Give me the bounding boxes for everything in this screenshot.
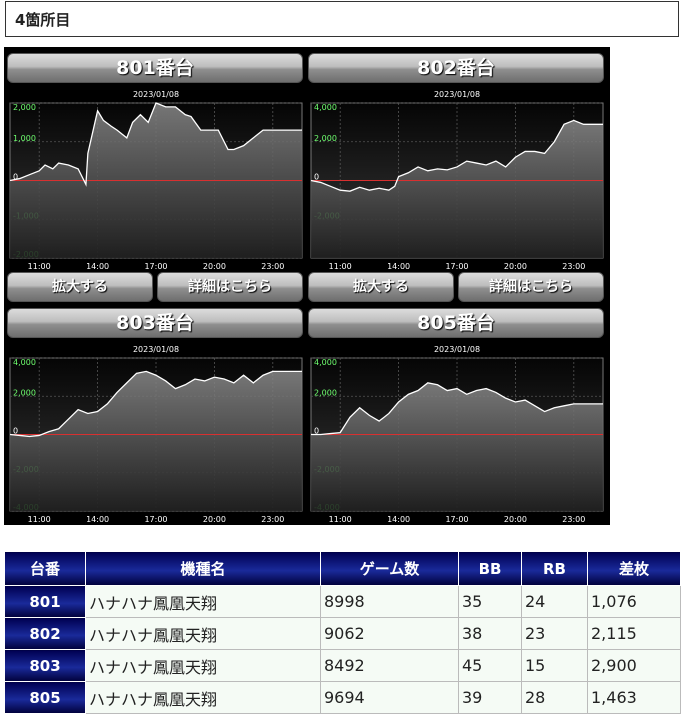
chart-date-label: 2023/01/08 xyxy=(133,90,179,99)
graph-board: 801番台 2023/01/082,0001,0000-1,000-2,0001… xyxy=(4,47,610,525)
difference-cell: 1,463 xyxy=(587,681,681,714)
machine-summary-table: 台番 機種名 ゲーム数 BB RB 差枚 801 ハナハナ鳳凰天翔 8998 3… xyxy=(4,551,681,714)
table-row: 805 ハナハナ鳳凰天翔 9694 39 28 1,463 xyxy=(4,681,681,714)
model-name-cell: ハナハナ鳳凰天翔 xyxy=(85,681,321,714)
x-tick-label: 17:00 xyxy=(445,515,468,524)
x-tick-label: 23:00 xyxy=(562,262,585,271)
game-count-cell: 8492 xyxy=(320,649,459,682)
machine-802-chart: 2023/01/084,0002,0000-2,00011:0014:0017:… xyxy=(310,90,604,271)
y-tick-label: 1,000 xyxy=(13,134,36,143)
game-count-cell: 9062 xyxy=(320,617,459,650)
x-tick-label: 20:00 xyxy=(504,515,527,524)
chart-date-label: 2023/01/08 xyxy=(434,345,480,354)
x-tick-label: 14:00 xyxy=(387,262,410,271)
x-tick-label: 17:00 xyxy=(144,515,167,524)
machine-number-cell[interactable]: 803 xyxy=(4,649,86,682)
bb-cell: 39 xyxy=(458,681,522,714)
y-tick-label: 4,000 xyxy=(13,358,36,367)
x-tick-label: 17:00 xyxy=(144,262,167,271)
header-machine-number: 台番 xyxy=(4,551,86,586)
section-heading: 4箇所目 xyxy=(5,1,679,37)
game-count-cell: 9694 xyxy=(320,681,459,714)
machine-805-title-button[interactable]: 805番台 xyxy=(308,308,604,338)
model-name-cell: ハナハナ鳳凰天翔 xyxy=(85,585,321,618)
header-rb: RB xyxy=(521,551,588,586)
machine-802-title-button[interactable]: 802番台 xyxy=(308,53,604,83)
chart-date-label: 2023/01/08 xyxy=(434,90,480,99)
header-difference: 差枚 xyxy=(587,551,681,586)
table-row: 802 ハナハナ鳳凰天翔 9062 38 23 2,115 xyxy=(4,617,681,650)
rb-cell: 28 xyxy=(521,681,588,714)
bb-cell: 38 xyxy=(458,617,522,650)
machine-801-zoom-button[interactable]: 拡大する xyxy=(7,272,153,302)
x-tick-label: 20:00 xyxy=(203,515,226,524)
model-name-cell: ハナハナ鳳凰天翔 xyxy=(85,617,321,650)
y-tick-label: 4,000 xyxy=(314,358,337,367)
difference-cell: 1,076 xyxy=(587,585,681,618)
bb-cell: 45 xyxy=(458,649,522,682)
x-tick-label: 14:00 xyxy=(387,515,410,524)
header-game-count: ゲーム数 xyxy=(320,551,459,586)
rb-cell: 23 xyxy=(521,617,588,650)
x-tick-label: 11:00 xyxy=(329,262,352,271)
y-tick-label: 2,000 xyxy=(314,388,337,397)
x-tick-label: 20:00 xyxy=(504,262,527,271)
x-tick-label: 20:00 xyxy=(203,262,226,271)
table-row: 803 ハナハナ鳳凰天翔 8492 45 15 2,900 xyxy=(4,649,681,682)
difference-cell: 2,900 xyxy=(587,649,681,682)
header-model-name: 機種名 xyxy=(85,551,321,586)
machine-801-chart: 2023/01/082,0001,0000-1,000-2,00011:0014… xyxy=(9,90,303,271)
machine-number-cell[interactable]: 801 xyxy=(4,585,86,618)
rb-cell: 24 xyxy=(521,585,588,618)
section-heading-text: 4箇所目 xyxy=(15,11,71,29)
machine-803-title-button[interactable]: 803番台 xyxy=(7,308,303,338)
machine-801-title-button[interactable]: 801番台 xyxy=(7,53,303,83)
x-tick-label: 11:00 xyxy=(28,515,51,524)
y-tick-label: 2,000 xyxy=(314,134,337,143)
x-tick-label: 23:00 xyxy=(562,515,585,524)
rb-cell: 15 xyxy=(521,649,588,682)
machine-802-zoom-button[interactable]: 拡大する xyxy=(308,272,454,302)
x-tick-label: 11:00 xyxy=(329,515,352,524)
difference-cell: 2,115 xyxy=(587,617,681,650)
model-name-cell: ハナハナ鳳凰天翔 xyxy=(85,649,321,682)
machine-number-cell[interactable]: 805 xyxy=(4,681,86,714)
x-tick-label: 23:00 xyxy=(261,515,284,524)
bb-cell: 35 xyxy=(458,585,522,618)
x-tick-label: 23:00 xyxy=(261,262,284,271)
x-tick-label: 17:00 xyxy=(445,262,468,271)
y-tick-label: 2,000 xyxy=(13,103,36,112)
machine-803-chart: 2023/01/084,0002,0000-2,000-4,00011:0014… xyxy=(9,345,303,524)
chart-date-label: 2023/01/08 xyxy=(133,345,179,354)
machine-802-details-button[interactable]: 詳細はこちら xyxy=(458,272,604,302)
x-tick-label: 11:00 xyxy=(28,262,51,271)
machine-number-cell[interactable]: 802 xyxy=(4,617,86,650)
game-count-cell: 8998 xyxy=(320,585,459,618)
header-bb: BB xyxy=(458,551,522,586)
table-header-row: 台番 機種名 ゲーム数 BB RB 差枚 xyxy=(4,551,681,586)
x-tick-label: 14:00 xyxy=(86,515,109,524)
table-row: 801 ハナハナ鳳凰天翔 8998 35 24 1,076 xyxy=(4,585,681,618)
y-tick-label: 4,000 xyxy=(314,103,337,112)
x-tick-label: 14:00 xyxy=(86,262,109,271)
machine-805-chart: 2023/01/084,0002,0000-2,000-4,00011:0014… xyxy=(310,345,604,524)
machine-801-details-button[interactable]: 詳細はこちら xyxy=(157,272,303,302)
y-tick-label: 2,000 xyxy=(13,388,36,397)
